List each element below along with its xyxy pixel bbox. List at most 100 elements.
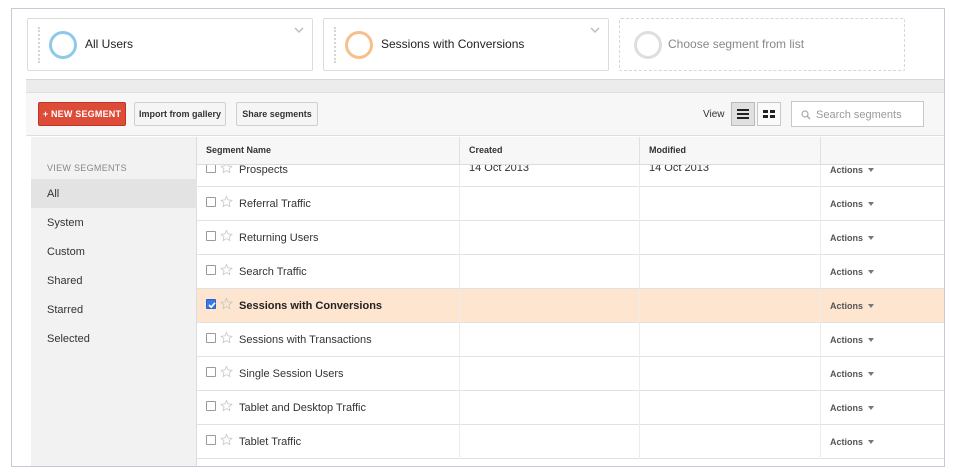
new-segment-button[interactable]: + NEW SEGMENT xyxy=(38,102,126,126)
choose-segment-placeholder: Choose segment from list xyxy=(668,37,805,51)
column-header-created[interactable]: Created xyxy=(460,137,640,165)
list-view-button[interactable] xyxy=(731,102,755,126)
table-row[interactable]: Search Traffic Actions xyxy=(197,255,944,289)
drag-handle[interactable] xyxy=(38,27,40,63)
actions-menu-button[interactable]: Actions xyxy=(830,437,875,447)
star-icon[interactable] xyxy=(220,433,233,446)
grid-view-button[interactable] xyxy=(757,102,781,126)
actions-menu-button[interactable]: Actions xyxy=(830,369,875,379)
row-checkbox[interactable] xyxy=(206,333,216,343)
row-checkbox[interactable] xyxy=(206,367,216,377)
table-row[interactable]: Sessions with Conversions Actions xyxy=(197,289,944,323)
name-cell: Tablet and Desktop Traffic xyxy=(197,391,460,425)
segment-card-sessions-with-conversions[interactable]: Sessions with Conversions xyxy=(323,18,609,71)
table-row[interactable]: Returning Users Actions xyxy=(197,221,944,255)
share-segments-button[interactable]: Share segments xyxy=(236,102,318,126)
drag-handle[interactable] xyxy=(334,27,336,63)
name-cell: Referral Traffic xyxy=(197,187,460,221)
star-icon[interactable] xyxy=(220,297,233,310)
column-header-segment-name[interactable]: Segment Name xyxy=(197,137,460,165)
chevron-down-icon[interactable] xyxy=(294,25,304,35)
caret-down-icon xyxy=(868,440,875,444)
created-date: 14 Oct 2013 xyxy=(469,165,529,174)
sidebar-heading: VIEW SEGMENTS xyxy=(47,163,127,173)
created-cell xyxy=(460,323,640,357)
star-icon[interactable] xyxy=(220,165,233,174)
star-icon[interactable] xyxy=(220,331,233,344)
segment-name[interactable]: Tablet Traffic xyxy=(239,436,301,448)
created-cell: 14 Oct 2013 xyxy=(460,165,640,187)
segment-name[interactable]: Sessions with Conversions xyxy=(239,300,382,312)
chevron-down-icon[interactable] xyxy=(590,25,600,35)
star-icon[interactable] xyxy=(220,365,233,378)
actions-menu-button[interactable]: Actions xyxy=(830,301,875,311)
sidebar-item-starred[interactable]: Starred xyxy=(31,295,197,324)
star-icon[interactable] xyxy=(220,229,233,242)
segment-color-ring xyxy=(345,31,373,59)
actions-menu-button[interactable]: Actions xyxy=(830,199,875,209)
sidebar-item-custom[interactable]: Custom xyxy=(31,237,197,266)
actions-menu-button[interactable]: Actions xyxy=(830,233,875,243)
actions-menu-button[interactable]: Actions xyxy=(830,165,875,175)
table-row[interactable]: Prospects 14 Oct 2013 14 Oct 2013 Actions xyxy=(197,165,944,187)
created-cell xyxy=(460,255,640,289)
segment-name[interactable]: Sessions with Transactions xyxy=(239,334,372,346)
segment-card-empty-slot[interactable]: Choose segment from list xyxy=(619,18,905,71)
caret-down-icon xyxy=(868,304,875,308)
created-cell xyxy=(460,391,640,425)
segment-picker-frame: All Users Sessions with Conversions Choo… xyxy=(11,8,945,467)
import-from-gallery-button[interactable]: Import from gallery xyxy=(134,102,226,126)
star-icon[interactable] xyxy=(220,195,233,208)
segment-name[interactable]: Referral Traffic xyxy=(239,198,311,210)
segment-name[interactable]: Prospects xyxy=(239,165,288,176)
sidebar-item-shared[interactable]: Shared xyxy=(31,266,197,295)
segment-card-label: All Users xyxy=(85,37,134,51)
checkmark-icon xyxy=(208,302,216,309)
sidebar-item-all[interactable]: All xyxy=(31,179,197,208)
actions-label: Actions xyxy=(830,403,864,413)
view-label: View xyxy=(703,109,725,120)
segment-color-ring xyxy=(49,31,77,59)
actions-label: Actions xyxy=(830,233,864,243)
row-checkbox[interactable] xyxy=(206,435,216,445)
segment-card-label: Sessions with Conversions xyxy=(381,37,525,51)
caret-down-icon xyxy=(868,236,875,240)
row-checkbox[interactable] xyxy=(206,197,216,207)
segment-list-panel: + NEW SEGMENT Import from gallery Share … xyxy=(26,79,944,466)
star-icon[interactable] xyxy=(220,399,233,412)
segment-name[interactable]: Tablet and Desktop Traffic xyxy=(239,402,366,414)
actions-menu-button[interactable]: Actions xyxy=(830,335,875,345)
actions-menu-button[interactable]: Actions xyxy=(830,403,875,413)
segment-card-all-users[interactable]: All Users xyxy=(27,18,313,71)
row-checkbox[interactable] xyxy=(206,299,216,309)
actions-label: Actions xyxy=(830,369,864,379)
name-cell: Single Session Users xyxy=(197,357,460,391)
row-checkbox[interactable] xyxy=(206,231,216,241)
column-header-modified[interactable]: Modified xyxy=(640,137,821,165)
table-row[interactable]: Tablet Traffic Actions xyxy=(197,425,944,459)
sidebar-item-selected[interactable]: Selected xyxy=(31,324,197,353)
name-cell: Search Traffic xyxy=(197,255,460,289)
row-checkbox[interactable] xyxy=(206,265,216,275)
row-checkbox[interactable] xyxy=(206,401,216,411)
column-header-actions xyxy=(821,137,944,165)
table-row[interactable]: Sessions with Transactions Actions xyxy=(197,323,944,357)
segment-name[interactable]: Single Session Users xyxy=(239,368,344,380)
segment-name[interactable]: Returning Users xyxy=(239,232,318,244)
search-segments-box[interactable] xyxy=(791,101,924,127)
segment-name[interactable]: Search Traffic xyxy=(239,266,307,278)
actions-label: Actions xyxy=(830,165,864,175)
table-row[interactable]: Single Session Users Actions xyxy=(197,357,944,391)
segment-table-body: Prospects 14 Oct 2013 14 Oct 2013 Actions Re… xyxy=(197,165,944,466)
modified-cell xyxy=(640,391,821,425)
row-checkbox[interactable] xyxy=(206,165,216,173)
table-row[interactable]: Tablet and Desktop Traffic Actions xyxy=(197,391,944,425)
sidebar-item-system[interactable]: System xyxy=(31,208,197,237)
caret-down-icon xyxy=(868,202,875,206)
actions-label: Actions xyxy=(830,437,864,447)
table-row[interactable]: Referral Traffic Actions xyxy=(197,187,944,221)
actions-label: Actions xyxy=(830,301,864,311)
search-segments-input[interactable] xyxy=(816,106,920,123)
actions-menu-button[interactable]: Actions xyxy=(830,267,875,277)
star-icon[interactable] xyxy=(220,263,233,276)
